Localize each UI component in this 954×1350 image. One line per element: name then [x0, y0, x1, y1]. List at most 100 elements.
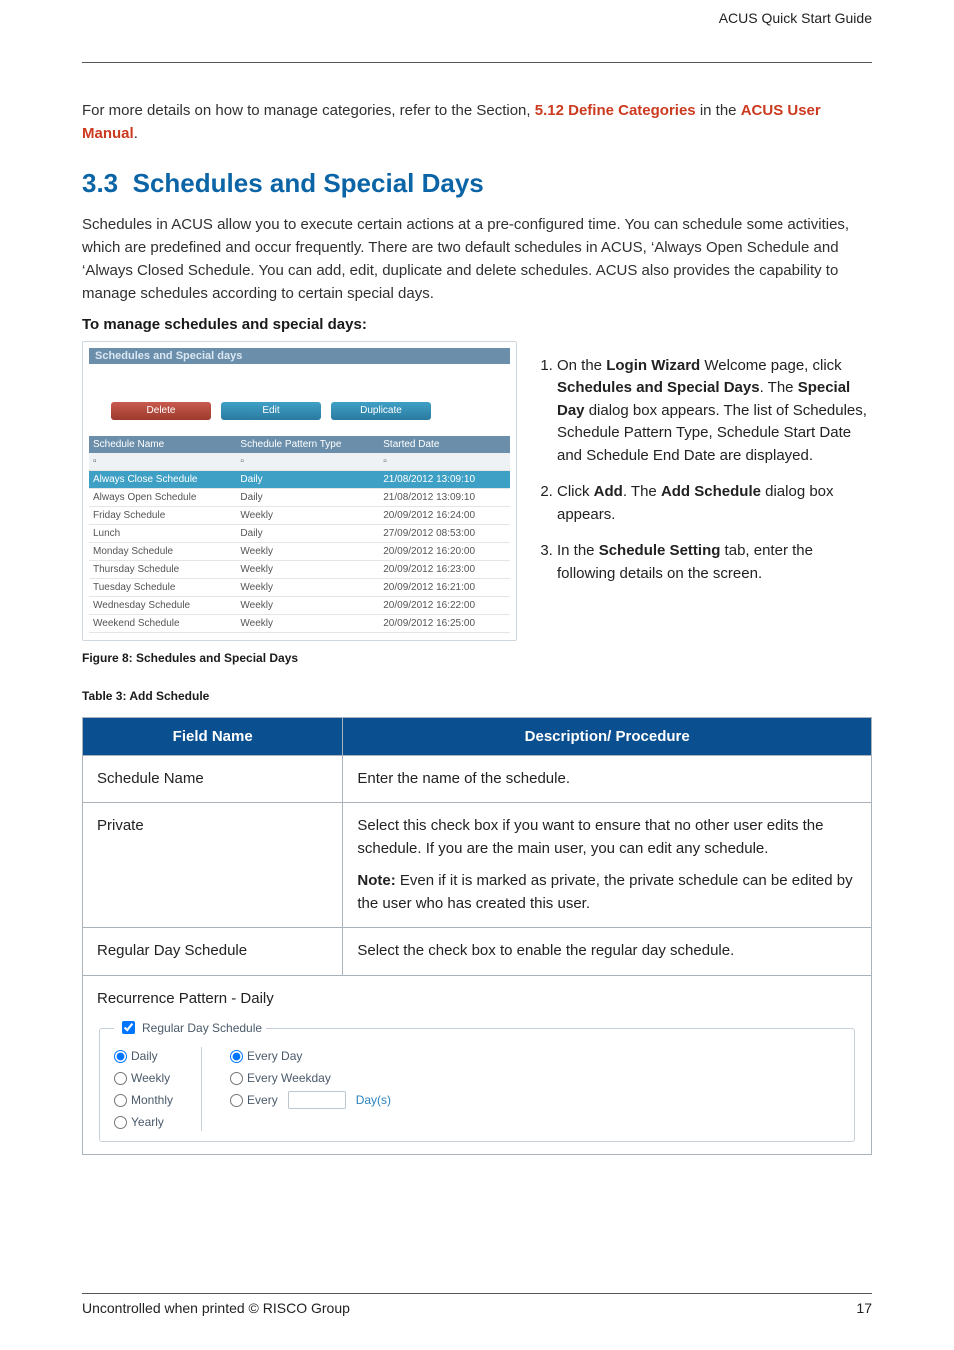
cell: 21/08/2012 13:09:10 [379, 470, 510, 488]
t: . The [760, 379, 798, 396]
table-caption: Table 3: Add Schedule [82, 689, 872, 703]
section-heading: 3.3 Schedules and Special Days [82, 168, 872, 199]
subheading: To manage schedules and special days: [82, 316, 872, 333]
cell: Weekly [236, 596, 379, 614]
radio-every-weekday[interactable] [230, 1072, 243, 1085]
subheading-text: To manage schedules and special days [82, 316, 362, 333]
radio-yearly[interactable] [114, 1116, 127, 1129]
cell: Weekend Schedule [89, 614, 236, 632]
radio-every-day[interactable] [230, 1050, 243, 1063]
label-every: Every [247, 1091, 278, 1109]
cell: Monday Schedule [89, 542, 236, 560]
filter-name[interactable]: ▫ [89, 453, 236, 471]
cell-schedule-name-desc: Enter the name of the schedule. [343, 755, 872, 803]
step-1: On the Login Wizard Welcome page, click … [557, 355, 872, 468]
filter-date[interactable]: ▫ [379, 453, 510, 471]
table-row[interactable]: LunchDaily27/09/2012 08:53:00 [89, 524, 510, 542]
t: In the [557, 542, 599, 559]
link-define-categories[interactable]: 5.12 Define Categories [535, 102, 696, 119]
intro-middle: in the [700, 102, 741, 119]
add-schedule-table: Field Name Description/ Procedure Schedu… [82, 717, 872, 1156]
cell: Always Open Schedule [89, 488, 236, 506]
t: dialog box appears. The list of Schedule… [557, 402, 867, 464]
cell-private-desc: Select this check box if you want to ens… [343, 803, 872, 928]
regular-day-checkbox[interactable] [122, 1021, 135, 1034]
col-date[interactable]: Started Date [379, 436, 510, 453]
panel-title: Schedules and Special days [89, 348, 510, 364]
duplicate-button[interactable]: Duplicate [331, 402, 431, 420]
cell: 27/09/2012 08:53:00 [379, 524, 510, 542]
filter-type[interactable]: ▫ [236, 453, 379, 471]
schedules-panel: Schedules and Special days Delete Edit D… [82, 341, 517, 641]
days-suffix: Day(s) [356, 1091, 391, 1109]
intro-paragraph: For more details on how to manage catego… [82, 99, 872, 146]
cell-private: Private [83, 803, 343, 928]
note-label: Note: [357, 872, 395, 889]
intro-prefix: For more details on how to manage catego… [82, 102, 535, 119]
cell: Daily [236, 524, 379, 542]
cell: 20/09/2012 16:22:00 [379, 596, 510, 614]
cell: Weekly [236, 542, 379, 560]
table-row[interactable]: Tuesday ScheduleWeekly20/09/2012 16:21:0… [89, 578, 510, 596]
section-number: 3.3 [82, 168, 118, 198]
t: Schedule Setting [599, 542, 721, 559]
th-field-name: Field Name [83, 717, 343, 755]
cell-schedule-name: Schedule Name [83, 755, 343, 803]
days-input[interactable] [288, 1091, 346, 1109]
table-row[interactable]: Monday ScheduleWeekly20/09/2012 16:20:00 [89, 542, 510, 560]
col-type[interactable]: Schedule Pattern Type [236, 436, 379, 453]
label-monthly: Monthly [131, 1091, 173, 1109]
note-text: Even if it is marked as private, the pri… [357, 872, 852, 912]
t: Add Schedule [661, 483, 761, 500]
cell: 20/09/2012 16:21:00 [379, 578, 510, 596]
radio-daily[interactable] [114, 1050, 127, 1063]
radio-weekly[interactable] [114, 1072, 127, 1085]
t: Welcome page, click [700, 357, 841, 374]
radio-every-n[interactable] [230, 1094, 243, 1107]
recurrence-legend: Regular Day Schedule [114, 1018, 266, 1039]
cell: 20/09/2012 16:25:00 [379, 614, 510, 632]
t: Add [594, 483, 623, 500]
label-daily: Daily [131, 1047, 158, 1065]
radio-monthly[interactable] [114, 1094, 127, 1107]
t: . The [623, 483, 661, 500]
table-row[interactable]: Weekend ScheduleWeekly20/09/2012 16:25:0… [89, 614, 510, 632]
table-row[interactable]: Thursday ScheduleWeekly20/09/2012 16:23:… [89, 560, 510, 578]
header-rule [82, 62, 872, 63]
cell: 20/09/2012 16:20:00 [379, 542, 510, 560]
section-title: Schedules and Special Days [133, 168, 484, 198]
cell: 21/08/2012 13:09:10 [379, 488, 510, 506]
label-yearly: Yearly [131, 1113, 164, 1131]
section-paragraph: Schedules in ACUS allow you to execute c… [82, 213, 872, 306]
cell: Friday Schedule [89, 506, 236, 524]
cell: Weekly [236, 578, 379, 596]
footer-left: Uncontrolled when printed © RISCO Group [82, 1300, 350, 1316]
label-every-day: Every Day [247, 1047, 302, 1065]
t: Login Wizard [606, 357, 700, 374]
cell: Tuesday Schedule [89, 578, 236, 596]
t: Schedules and Special Days [557, 379, 760, 396]
t: On the [557, 357, 606, 374]
cell: Thursday Schedule [89, 560, 236, 578]
edit-button[interactable]: Edit [221, 402, 321, 420]
page-header: ACUS Quick Start Guide [82, 10, 872, 26]
table-row[interactable]: Wednesday ScheduleWeekly20/09/2012 16:22… [89, 596, 510, 614]
schedules-table: Schedule Name Schedule Pattern Type Star… [89, 436, 510, 633]
step-2: Click Add. The Add Schedule dialog box a… [557, 481, 872, 526]
label-weekly: Weekly [131, 1069, 170, 1087]
cell: Weekly [236, 560, 379, 578]
step-3: In the Schedule Setting tab, enter the f… [557, 540, 872, 585]
t: Click [557, 483, 594, 500]
delete-button[interactable]: Delete [111, 402, 211, 420]
recurrence-title: Recurrence Pattern - Daily [97, 988, 857, 1011]
col-name[interactable]: Schedule Name [89, 436, 236, 453]
table-row[interactable]: Always Close ScheduleDaily21/08/2012 13:… [89, 470, 510, 488]
cell: Always Close Schedule [89, 470, 236, 488]
table-row[interactable]: Friday ScheduleWeekly20/09/2012 16:24:00 [89, 506, 510, 524]
recurrence-fieldset: Regular Day Schedule Daily Weekly Monthl… [99, 1018, 855, 1142]
private-p1: Select this check box if you want to ens… [357, 815, 857, 860]
cell: Wednesday Schedule [89, 596, 236, 614]
cell: Lunch [89, 524, 236, 542]
table-row[interactable]: Always Open ScheduleDaily21/08/2012 13:0… [89, 488, 510, 506]
cell: 20/09/2012 16:23:00 [379, 560, 510, 578]
